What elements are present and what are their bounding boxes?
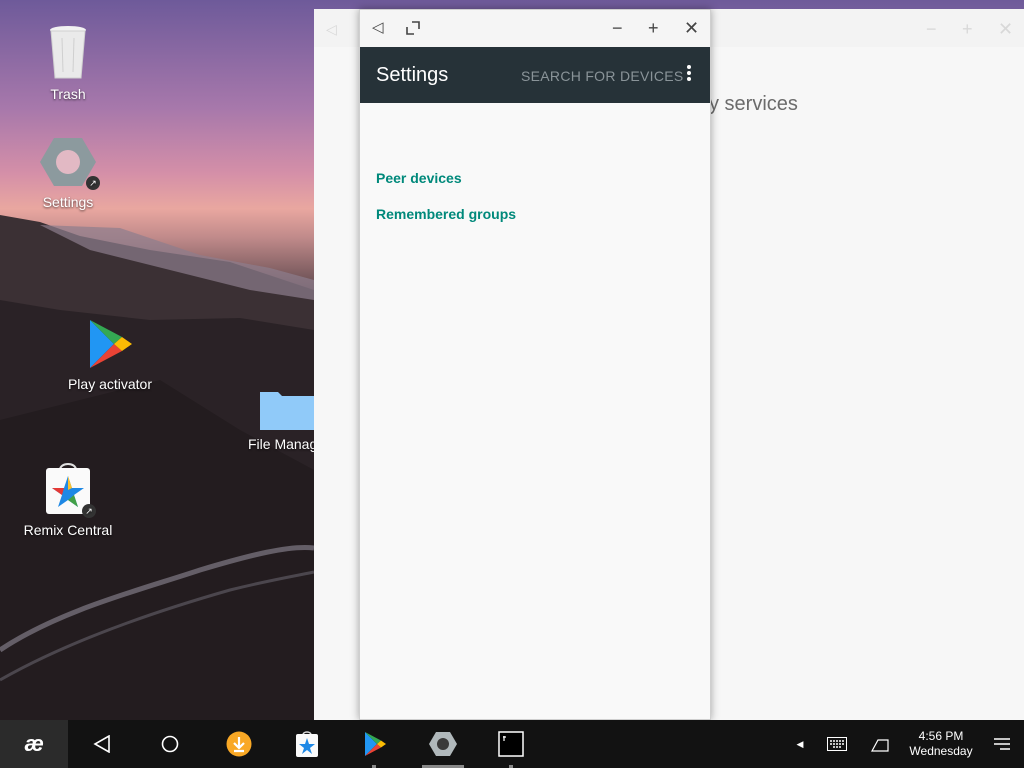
start-logo-icon: æ (24, 731, 44, 756)
desktop-icon-file-manager[interactable]: File Manag (248, 388, 314, 452)
plus-icon[interactable]: + (648, 19, 659, 37)
settings-hex-icon: ↗ (40, 136, 100, 190)
desktop-icon-label: Trash (50, 86, 86, 102)
notifications-button[interactable] (990, 720, 1014, 768)
taskbar-app-play-store[interactable] (358, 720, 392, 768)
shortcut-arrow-icon: ↗ (82, 504, 96, 518)
background-window-text: y services (709, 93, 798, 115)
taskbar-app-terminal[interactable] (496, 720, 526, 768)
trash-icon (48, 24, 88, 80)
caret-left-icon: ◀ (796, 738, 804, 749)
play-store-icon (86, 318, 134, 370)
taskbar: æ ◀ 4:56 PM Wednesday (0, 720, 1024, 768)
desktop-icon-remix-central[interactable]: ↗ Remix Central (18, 460, 118, 538)
taskbar-clock[interactable]: 4:56 PM Wednesday (906, 729, 976, 759)
plus-icon[interactable]: + (962, 19, 973, 40)
clock-day: Wednesday (909, 744, 973, 758)
desktop-icon-settings[interactable]: ↗ Settings (28, 136, 108, 210)
clock-time: 4:56 PM (918, 729, 964, 743)
app-bar: Settings SEARCH FOR DEVICES (360, 47, 710, 103)
taskbar-app-downloader[interactable] (222, 720, 256, 768)
pref-remembered-groups[interactable]: Remembered groups (376, 206, 516, 222)
start-button[interactable]: æ (0, 720, 68, 768)
remix-central-icon (296, 731, 318, 757)
pref-peer-devices[interactable]: Peer devices (376, 170, 462, 186)
more-vert-icon[interactable] (686, 65, 692, 85)
back-triangle-icon[interactable]: ◁ (372, 19, 384, 37)
desktop-icon-play-activator[interactable]: Play activator (62, 318, 158, 392)
back-triangle-icon[interactable]: ◁ (326, 21, 337, 38)
minimize-icon[interactable]: − (612, 19, 623, 37)
folder-icon (260, 388, 314, 430)
tray-expand-button[interactable]: ◀ (792, 720, 808, 768)
desktop-icon-label: Settings (42, 194, 94, 210)
settings-hex-icon (429, 732, 457, 756)
window-titlebar[interactable]: ◁ − + ✕ (360, 10, 710, 47)
menu-lines-icon (994, 738, 1010, 750)
close-icon[interactable]: ✕ (998, 19, 1013, 40)
taskbar-app-settings[interactable] (422, 720, 464, 768)
restore-icon[interactable] (406, 20, 420, 38)
keyboard-button[interactable] (824, 720, 850, 768)
terminal-icon (498, 731, 524, 757)
keyboard-icon (827, 737, 847, 751)
taskbar-app-remix-central[interactable] (290, 720, 324, 768)
search-for-devices-button[interactable]: SEARCH FOR DEVICES (521, 68, 684, 84)
shortcut-arrow-icon: ↗ (86, 176, 100, 190)
back-nav-button[interactable] (86, 720, 118, 768)
desktop-icon-trash[interactable]: Trash (28, 24, 108, 102)
signal-icon (871, 739, 889, 752)
desktop-icon-label: Remix Central (23, 522, 113, 538)
back-triangle-icon (93, 735, 110, 753)
desktop-icon-label: File Manag (248, 436, 314, 452)
desktop-icon-label: Play activator (67, 376, 153, 392)
home-circle-icon (161, 735, 179, 753)
minimize-icon[interactable]: − (926, 19, 937, 40)
settings-window[interactable]: ◁ − + ✕ Settings SEARCH FOR DEVICES Peer… (359, 9, 711, 720)
play-store-icon (365, 732, 386, 756)
network-button[interactable] (868, 720, 892, 768)
close-icon[interactable]: ✕ (684, 19, 699, 37)
page-title: Settings (376, 64, 449, 86)
home-nav-button[interactable] (154, 720, 186, 768)
remix-central-icon: ↗ (44, 460, 96, 518)
download-icon (226, 731, 252, 757)
